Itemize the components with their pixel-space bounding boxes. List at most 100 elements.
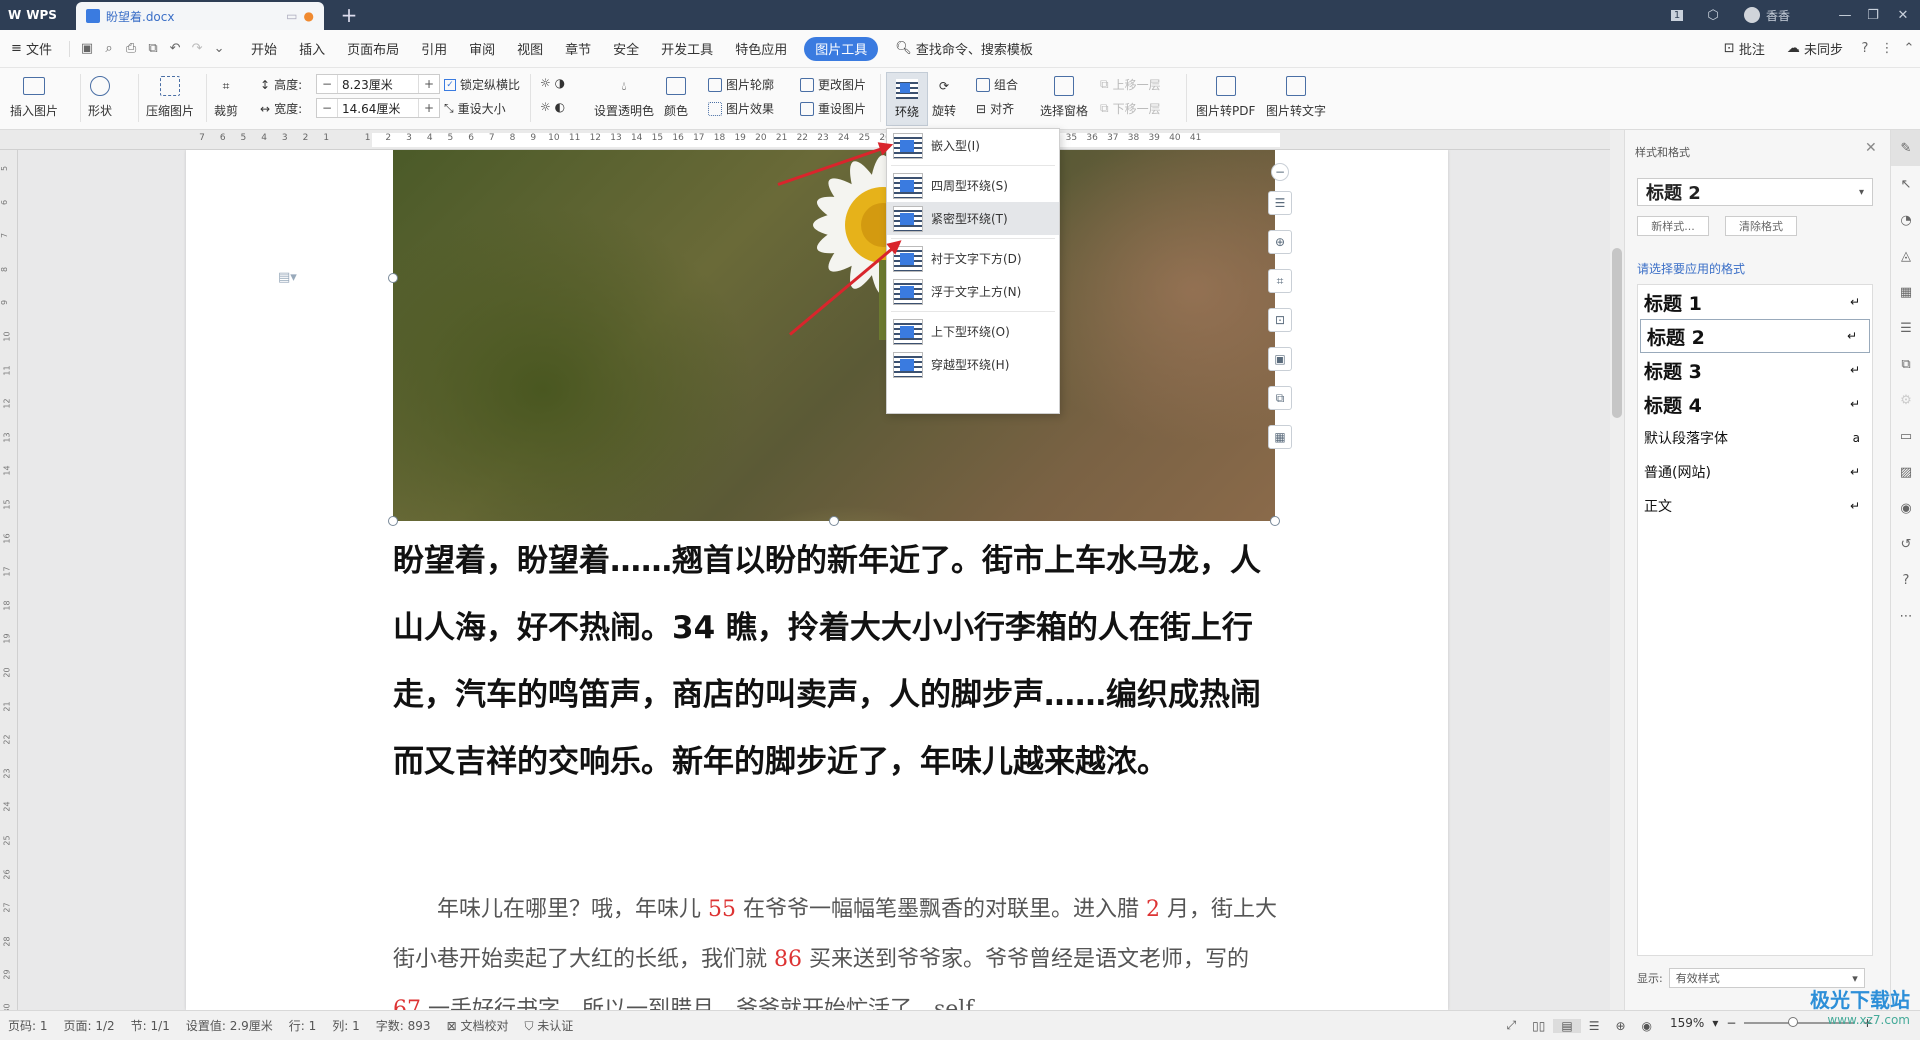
- select-pointer-icon[interactable]: ↖: [1891, 166, 1920, 202]
- body-paragraph[interactable]: 年味儿在哪里？哦，年味儿 55 在爷爷一幅幅笔墨飘香的对联里。进入腊 2 月，街…: [393, 885, 1277, 1010]
- tab-picture-tools[interactable]: 图片工具: [804, 36, 879, 61]
- shape-button[interactable]: 形状: [88, 74, 112, 119]
- resize-handle-bottom[interactable]: [829, 516, 839, 526]
- box-icon[interactable]: ▭: [1891, 418, 1920, 454]
- width-stepper[interactable]: −14.64厘米 +: [316, 98, 440, 118]
- bring-forward-button[interactable]: ⧉ 上移一层: [1100, 76, 1161, 93]
- height-decrease-button[interactable]: −: [317, 77, 337, 91]
- current-style-select[interactable]: 标题 2 ▾: [1637, 178, 1873, 206]
- wrap-button[interactable]: 环绕: [886, 72, 928, 126]
- redo-icon[interactable]: ↷: [186, 38, 208, 60]
- tab-6[interactable]: 章节: [554, 37, 602, 61]
- proofread-button[interactable]: ⊠ 文档校对: [439, 1017, 517, 1034]
- wrap-option-2[interactable]: 紧密型环绕(T): [887, 202, 1059, 235]
- table-icon[interactable]: ▦: [1891, 274, 1920, 310]
- customize-chevron-icon[interactable]: ⌄: [208, 38, 230, 60]
- command-search[interactable]: 🔍︎ 查找命令、搜索模板: [884, 37, 1044, 61]
- more-icon[interactable]: ⋮: [1876, 38, 1898, 60]
- tab-9[interactable]: 特色应用: [724, 37, 798, 61]
- page-count-badge[interactable]: 1: [1664, 4, 1690, 26]
- backup-icon[interactable]: ◉: [1891, 490, 1920, 526]
- restore-button[interactable]: ❐: [1860, 4, 1886, 26]
- compress-picture-button[interactable]: 压缩图片: [146, 74, 194, 119]
- scrollbar-thumb[interactable]: [1612, 248, 1622, 418]
- wrap-option-6[interactable]: 穿越型环绕(H): [887, 348, 1059, 381]
- wrap-option-5[interactable]: 上下型环绕(O): [887, 315, 1059, 348]
- width-value[interactable]: 14.64厘米: [337, 99, 419, 117]
- help-circle-icon[interactable]: ?: [1891, 562, 1920, 598]
- undo-icon[interactable]: ↶: [164, 38, 186, 60]
- tab-0[interactable]: 开始: [240, 37, 288, 61]
- width-decrease-button[interactable]: −: [317, 101, 337, 115]
- height-increase-button[interactable]: +: [419, 77, 439, 91]
- page-number[interactable]: 页码: 1: [0, 1017, 56, 1034]
- collapse-icon[interactable]: −: [1271, 163, 1289, 181]
- picture-outline-button[interactable]: 图片轮廓: [708, 76, 774, 93]
- zoom-picture-icon[interactable]: ⊕: [1268, 230, 1292, 254]
- picture-effect-button[interactable]: 图片效果: [708, 100, 774, 117]
- bold-paragraph[interactable]: 盼望着，盼望着……翘首以盼的新年近了。街市上车水马龙，人山人海，好不热闹。34 …: [393, 528, 1277, 796]
- paragraph-marker-icon[interactable]: ▤▾: [278, 270, 297, 285]
- send-backward-button[interactable]: ⧉ 下移一层: [1100, 100, 1161, 117]
- page-count[interactable]: 页面: 1/2: [56, 1017, 123, 1034]
- close-panel-icon[interactable]: ✕: [1865, 140, 1877, 156]
- document-canvas[interactable]: ▤▾ 盼望着，盼望着……翘首以盼的新年近了。街市上车水马龙，人山人海，好不热闹。…: [18, 150, 1610, 1010]
- fill-icon[interactable]: ◬: [1891, 238, 1920, 274]
- new-style-button[interactable]: 新样式...: [1637, 216, 1709, 236]
- sync-button[interactable]: ☁ 未同步: [1776, 37, 1854, 61]
- rotate-button[interactable]: ⟳ 旋转: [932, 74, 956, 119]
- tab-monitor-icon[interactable]: ▭: [286, 9, 297, 23]
- unsaved-dot-icon[interactable]: ●: [304, 9, 314, 23]
- style-item[interactable]: 标题 4 ↵: [1638, 387, 1872, 421]
- vertical-ruler[interactable]: 5 6 7 8 9 10 11 12 13 14 15 16 17 18 19 20 21 22 23 24 25 26 2…: [0, 150, 18, 1014]
- tab-7[interactable]: 安全: [602, 37, 650, 61]
- certification-status[interactable]: ⛉ 未认证: [516, 1017, 581, 1034]
- resize-handle-bl[interactable]: [388, 516, 398, 526]
- wrap-option-0[interactable]: 嵌入型(I): [887, 129, 1059, 162]
- eye-protect-icon[interactable]: ◉: [1634, 1019, 1660, 1033]
- comment-button[interactable]: ⊡ 批注: [1713, 37, 1776, 61]
- section-info[interactable]: 节: 1/1: [123, 1017, 178, 1034]
- picture-to-pdf-icon[interactable]: ▣: [1268, 347, 1292, 371]
- style-item[interactable]: 默认段落字体 a: [1638, 421, 1872, 455]
- styles-pen-icon[interactable]: ✎: [1891, 130, 1920, 166]
- skin-icon[interactable]: ⬡: [1700, 4, 1726, 26]
- contrast-button[interactable]: ☼ ◐: [540, 100, 565, 114]
- style-item[interactable]: 标题 1 ↵: [1638, 285, 1872, 319]
- settings-icon[interactable]: ⚙: [1891, 382, 1920, 418]
- tab-1[interactable]: 插入: [288, 37, 336, 61]
- print-icon[interactable]: ⎙: [120, 38, 142, 60]
- width-increase-button[interactable]: +: [419, 101, 439, 115]
- reset-size-button[interactable]: ⤡ 重设大小: [444, 100, 506, 117]
- resize-handle-br[interactable]: [1270, 516, 1280, 526]
- save-icon[interactable]: ▣: [76, 38, 98, 60]
- align-button[interactable]: ⊟ 对齐: [976, 100, 1014, 117]
- word-count[interactable]: 字数: 893: [368, 1017, 439, 1034]
- tab-2[interactable]: 页面布局: [336, 37, 410, 61]
- layout-options-icon[interactable]: ☰: [1268, 191, 1292, 215]
- style-item[interactable]: 标题 3 ↵: [1638, 353, 1872, 387]
- brightness-up-button[interactable]: ☼ ◑: [540, 76, 565, 90]
- picture-translate-icon[interactable]: ⧉: [1268, 386, 1292, 410]
- group-button[interactable]: 组合: [976, 76, 1018, 93]
- history-icon[interactable]: ↺: [1891, 526, 1920, 562]
- tab-8[interactable]: 开发工具: [650, 37, 724, 61]
- color-button[interactable]: 颜色: [664, 74, 688, 119]
- print-preview-icon[interactable]: ⧉: [142, 38, 164, 60]
- zoom-level[interactable]: 159%: [1670, 1016, 1704, 1030]
- clear-format-button[interactable]: 清除格式: [1725, 216, 1797, 236]
- document-page[interactable]: ▤▾ 盼望着，盼望着……翘首以盼的新年近了。街市上车水马龙，人山人海，好不热闹。…: [186, 150, 1448, 1010]
- wps-home-tab[interactable]: W WPS: [0, 0, 74, 30]
- image-icon[interactable]: ▨: [1891, 454, 1920, 490]
- wrap-option-4[interactable]: 浮于文字上方(N): [887, 275, 1059, 308]
- wrap-option-1[interactable]: 四周型环绕(S): [887, 169, 1059, 202]
- collapse-ribbon-icon[interactable]: ⌃: [1898, 38, 1920, 60]
- shapes-icon[interactable]: ◔: [1891, 202, 1920, 238]
- zoom-out-button[interactable]: −: [1726, 1016, 1736, 1030]
- picture-to-text-button[interactable]: 图片转文字: [1266, 74, 1326, 119]
- picture-extract-icon[interactable]: ⊡: [1268, 308, 1292, 332]
- new-tab-button[interactable]: +: [336, 3, 362, 27]
- fullscreen-icon[interactable]: ⤢: [1499, 1018, 1525, 1033]
- crop-button[interactable]: ⌗ 裁剪: [214, 74, 238, 119]
- change-picture-button[interactable]: 更改图片: [800, 76, 866, 93]
